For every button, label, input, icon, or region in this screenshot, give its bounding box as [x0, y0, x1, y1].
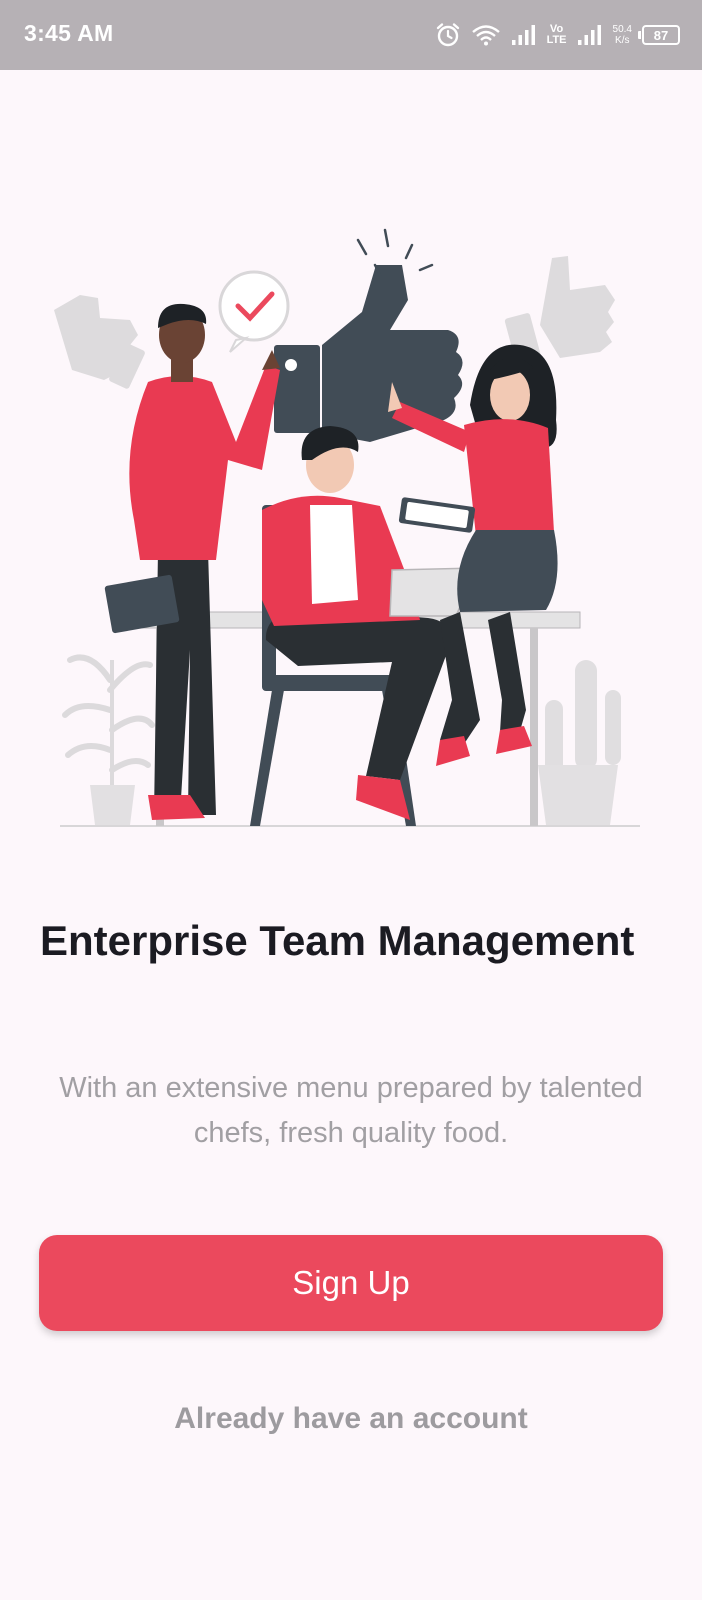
status-bar: 3:45 AM Vo LTE 50.4 K/s 87	[0, 0, 702, 70]
volte-indicator: Vo LTE	[546, 23, 567, 46]
page-subtitle: With an extensive menu prepared by talen…	[59, 1072, 643, 1149]
battery-level: 87	[653, 27, 669, 43]
wifi-icon	[471, 23, 501, 47]
login-link[interactable]: Already have an account	[0, 1402, 702, 1436]
plant-left-icon	[62, 654, 155, 825]
plant-right-icon	[538, 660, 621, 825]
network-speed: 50.4 K/s	[612, 24, 632, 46]
status-time: 3:45 AM	[24, 20, 114, 46]
team-illustration	[40, 220, 660, 850]
signal-icon-secondary	[577, 24, 603, 46]
signal-icon	[511, 24, 537, 46]
thumbs-up-icon	[274, 228, 463, 442]
battery-icon: 87	[638, 25, 680, 45]
page-title: Enterprise Team Management	[40, 917, 635, 964]
status-icons: Vo LTE 50.4 K/s 87	[435, 18, 680, 52]
sign-up-button[interactable]: Sign Up	[39, 1235, 663, 1331]
alarm-icon	[435, 22, 461, 48]
check-bubble-icon	[218, 270, 290, 353]
